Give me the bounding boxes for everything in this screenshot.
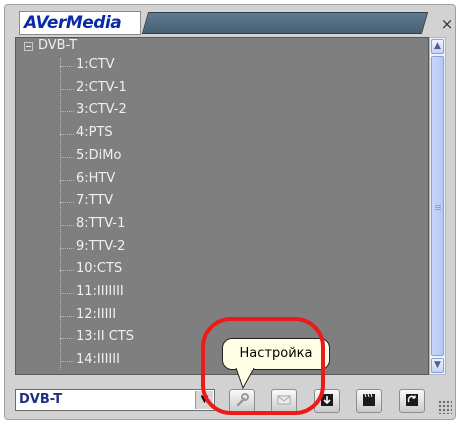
source-select[interactable]: DVB-T ▼ — [15, 389, 215, 411]
tree-connector-line — [60, 315, 74, 317]
tree-connector-line — [60, 88, 74, 90]
channel-item[interactable]: 14:IIIIII — [76, 352, 120, 367]
tree-connector-line — [60, 293, 74, 294]
channel-item[interactable]: 7:TTV — [76, 193, 113, 208]
tree-connector-line — [60, 361, 74, 363]
refresh-icon — [406, 394, 418, 406]
channel-item[interactable]: 10:CTS — [76, 261, 122, 276]
channel-item[interactable]: 3:CTV-2 — [76, 102, 127, 117]
channel-item[interactable]: 1:CTV — [76, 57, 115, 72]
clapperboard-icon — [363, 393, 375, 406]
close-icon: × — [440, 15, 454, 33]
title-bar[interactable] — [141, 12, 429, 34]
collapse-icon[interactable] — [24, 42, 33, 51]
source-select-value: DVB-T — [19, 392, 63, 407]
channel-item[interactable]: 6:HTV — [76, 171, 115, 186]
tree-connector-line — [60, 224, 74, 226]
tree-connector-line — [60, 247, 74, 249]
channel-item[interactable]: 2:CTV-1 — [76, 80, 127, 95]
channel-item[interactable]: 5:DiMo — [76, 148, 121, 163]
scroll-thumb[interactable] — [431, 56, 444, 356]
tree-connector-line — [60, 134, 74, 136]
tree-connector-line — [60, 156, 74, 158]
channel-item[interactable]: 4:PTS — [76, 125, 113, 140]
scroll-up-button[interactable]: ▲ — [431, 39, 444, 54]
channel-item[interactable]: 9:TTV-2 — [76, 239, 125, 254]
scroll-down-button[interactable]: ▼ — [431, 358, 444, 373]
refresh-button[interactable] — [399, 389, 425, 413]
tree-connector-line — [60, 58, 61, 370]
highlight-annotation — [201, 317, 325, 415]
resize-grip[interactable] — [438, 400, 452, 414]
grip-icon — [435, 205, 441, 206]
channel-item[interactable]: 13:II CTS — [76, 329, 134, 344]
channel-item[interactable]: 8:TTV-1 — [76, 216, 125, 231]
tree-connector-line — [60, 338, 74, 340]
close-button[interactable]: × — [438, 15, 456, 33]
channel-item[interactable]: 12:IIIII — [76, 307, 116, 322]
tree-connector-line — [60, 179, 74, 181]
vertical-scrollbar[interactable]: ▲ ▼ — [429, 37, 446, 375]
record-button[interactable] — [356, 389, 382, 413]
tree-root-dvbt[interactable]: DVB-T — [38, 38, 77, 53]
tree-connector-line — [60, 111, 74, 113]
tree-connector-line — [60, 270, 74, 272]
channel-item[interactable]: 11:IIIIIII — [76, 284, 124, 299]
tree-connector-line — [60, 66, 74, 67]
avermedia-logo: AVerMedia — [19, 11, 141, 35]
tree-connector-line — [60, 202, 74, 204]
logo-text: AVerMedia — [24, 13, 122, 33]
